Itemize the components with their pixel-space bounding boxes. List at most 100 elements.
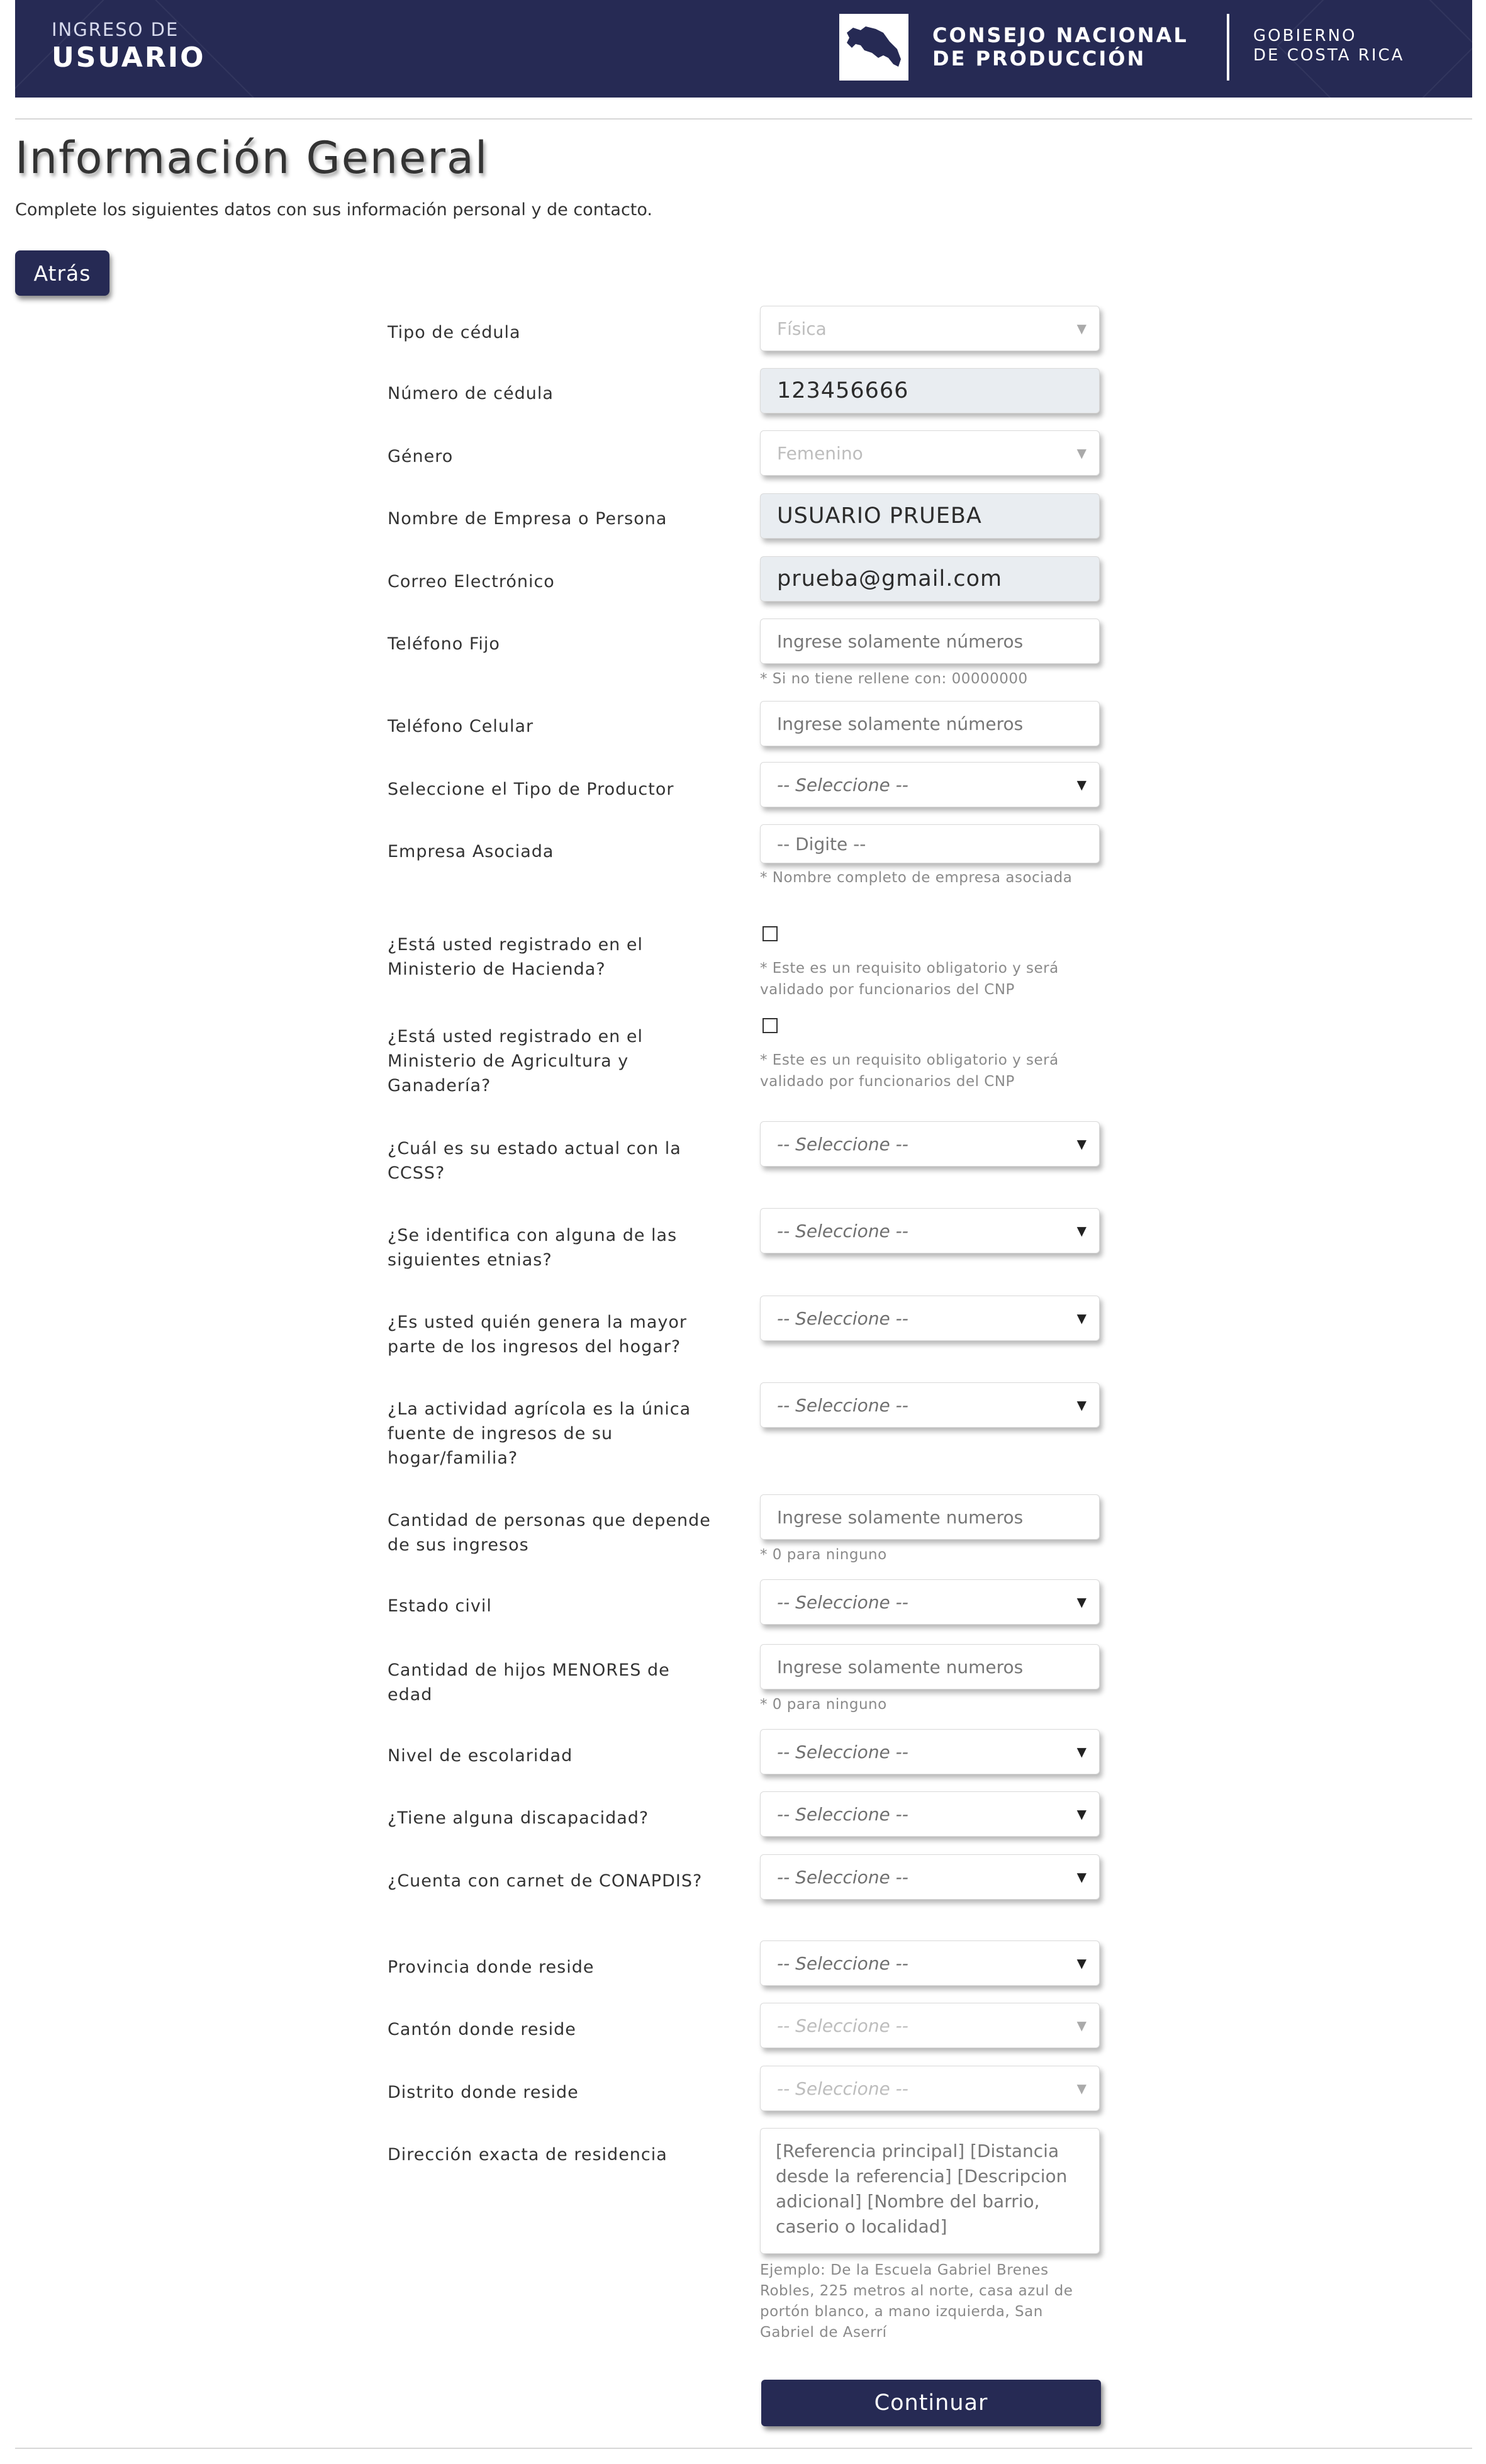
- label-tipo-productor: Seleccione el Tipo de Productor: [388, 780, 674, 799]
- chevron-down-icon: ▼: [1076, 2081, 1087, 2096]
- page-subtitle: Complete los siguientes datos con sus in…: [15, 200, 653, 220]
- personas-dependen-input[interactable]: Ingrese solamente numeros: [760, 1494, 1100, 1540]
- hijos-menores-input[interactable]: Ingrese solamente numeros: [760, 1644, 1100, 1689]
- gov-name: GOBIERNO DE COSTA RICA: [1253, 26, 1404, 65]
- empresa-asociada-input[interactable]: -- Digite --: [760, 824, 1100, 863]
- org-name-line2: DE PRODUCCIÓN: [932, 47, 1146, 70]
- label-correo: Correo Electrónico: [388, 572, 555, 591]
- etnias-value: -- Seleccione --: [777, 1220, 908, 1241]
- hijos-menores-placeholder: Ingrese solamente numeros: [777, 1656, 1024, 1677]
- distrito-value: -- Seleccione --: [777, 2078, 908, 2099]
- telefono-celular-input[interactable]: Ingrese solamente números: [760, 701, 1100, 746]
- discapacidad-value: -- Seleccione --: [777, 1803, 908, 1825]
- label-conapdis: ¿Cuenta con carnet de CONAPDIS?: [388, 1871, 703, 1891]
- actividad-agricola-value: -- Seleccione --: [777, 1394, 908, 1416]
- label-actividad-agricola: ¿La actividad agrícola es la única fuent…: [388, 1399, 691, 1468]
- chevron-down-icon: ▼: [1076, 1744, 1087, 1759]
- label-canton: Cantón donde reside: [388, 2020, 576, 2039]
- genero-select[interactable]: Femenino ▼: [760, 430, 1100, 476]
- canton-value: -- Seleccione --: [777, 2015, 908, 2036]
- direccion-textarea[interactable]: [Referencia principal] [Distancia desde …: [760, 2128, 1100, 2254]
- ingresos-hogar-value: -- Seleccione --: [777, 1308, 908, 1329]
- estado-civil-value: -- Seleccione --: [777, 1591, 908, 1613]
- tipo-cedula-value: Física: [777, 318, 827, 339]
- estado-civil-select[interactable]: -- Seleccione -- ▼: [760, 1579, 1100, 1625]
- tipo-productor-value: -- Seleccione --: [777, 774, 908, 795]
- email-value: prueba@gmail.com: [777, 566, 1003, 591]
- chevron-down-icon: ▼: [1076, 1594, 1087, 1610]
- continue-button[interactable]: Continuar: [761, 2380, 1101, 2426]
- chevron-down-icon: ▼: [1076, 777, 1087, 792]
- label-distrito: Distrito donde reside: [388, 2083, 579, 2102]
- label-personas-dependen: Cantidad de personas que depende de sus …: [388, 1511, 711, 1555]
- back-button[interactable]: Atrás: [15, 250, 109, 296]
- chevron-down-icon: ▼: [1076, 445, 1087, 461]
- label-ccss: ¿Cuál es su estado actual con la CCSS?: [388, 1139, 681, 1183]
- label-discapacidad: ¿Tiene alguna discapacidad?: [388, 1808, 649, 1828]
- label-etnias: ¿Se identifica con alguna de las siguien…: [388, 1226, 678, 1270]
- costa-rica-map-icon: [839, 14, 908, 81]
- escolaridad-select[interactable]: -- Seleccione -- ▼: [760, 1729, 1100, 1774]
- direccion-help: Ejemplo: De la Escuela Gabriel Brenes Ro…: [760, 2262, 1073, 2341]
- label-escolaridad: Nivel de escolaridad: [388, 1746, 573, 1766]
- chevron-down-icon: ▼: [1076, 1223, 1087, 1238]
- mag-checkbox[interactable]: [763, 1018, 778, 1033]
- escolaridad-value: -- Seleccione --: [777, 1741, 908, 1762]
- label-provincia: Provincia donde reside: [388, 1957, 595, 1977]
- nombre-field[interactable]: USUARIO PRUEBA: [760, 493, 1100, 539]
- chevron-down-icon: ▼: [1076, 1311, 1087, 1326]
- label-nombre: Nombre de Empresa o Persona: [388, 509, 668, 529]
- chevron-down-icon: ▼: [1076, 1136, 1087, 1151]
- label-telefono-celular: Teléfono Celular: [388, 717, 534, 736]
- page-title: Información General: [15, 132, 489, 184]
- etnias-select[interactable]: -- Seleccione -- ▼: [760, 1208, 1100, 1253]
- label-hacienda: ¿Está usted registrado en el Ministerio …: [388, 935, 643, 979]
- hacienda-checkbox[interactable]: [763, 926, 778, 941]
- hacienda-help: * Este es un requisito obligatorio y ser…: [760, 960, 1059, 998]
- label-estado-civil: Estado civil: [388, 1596, 492, 1616]
- label-empresa-asociada: Empresa Asociada: [388, 842, 554, 861]
- empresa-asociada-help: * Nombre completo de empresa asociada: [760, 870, 1073, 886]
- email-field[interactable]: prueba@gmail.com: [760, 556, 1100, 602]
- divider: [15, 118, 1472, 120]
- gov-name-line1: GOBIERNO: [1253, 26, 1357, 45]
- ccss-select[interactable]: -- Seleccione -- ▼: [760, 1121, 1100, 1167]
- label-hijos-menores: Cantidad de hijos MENORES de edad: [388, 1660, 670, 1705]
- telefono-fijo-help: * Si no tiene rellene con: 00000000: [760, 671, 1028, 687]
- numero-cedula-field[interactable]: 123456666: [760, 368, 1100, 413]
- actividad-agricola-select[interactable]: -- Seleccione -- ▼: [760, 1382, 1100, 1428]
- canton-select[interactable]: -- Seleccione -- ▼: [760, 2003, 1100, 2048]
- label-direccion: Dirección exacta de residencia: [388, 2145, 668, 2164]
- chevron-down-icon: ▼: [1076, 2018, 1087, 2033]
- provincia-value: -- Seleccione --: [777, 1952, 908, 1974]
- personas-dependen-help: * 0 para ninguno: [760, 1547, 887, 1563]
- site-header: INGRESO DE USUARIO CONSEJO NACIONAL DE P…: [15, 0, 1472, 98]
- ccss-value: -- Seleccione --: [777, 1133, 908, 1155]
- chevron-down-icon: ▼: [1076, 1806, 1087, 1822]
- genero-value: Femenino: [777, 442, 863, 464]
- hijos-menores-help: * 0 para ninguno: [760, 1696, 887, 1713]
- org-name: CONSEJO NACIONAL DE PRODUCCIÓN: [932, 24, 1188, 70]
- label-tipo-cedula: Tipo de cédula: [388, 323, 521, 342]
- telefono-celular-placeholder: Ingrese solamente números: [777, 713, 1024, 734]
- ingresos-hogar-select[interactable]: -- Seleccione -- ▼: [760, 1296, 1100, 1341]
- header-divider: [1227, 14, 1229, 81]
- chevron-down-icon: ▼: [1076, 321, 1087, 336]
- nombre-value: USUARIO PRUEBA: [777, 503, 982, 529]
- provincia-select[interactable]: -- Seleccione -- ▼: [760, 1940, 1100, 1986]
- telefono-fijo-input[interactable]: Ingrese solamente números: [760, 619, 1100, 664]
- direccion-placeholder: [Referencia principal] [Distancia desde …: [776, 2141, 1068, 2237]
- personas-dependen-placeholder: Ingrese solamente numeros: [777, 1506, 1024, 1528]
- label-numero-cedula: Número de cédula: [388, 384, 554, 403]
- distrito-select[interactable]: -- Seleccione -- ▼: [760, 2066, 1100, 2111]
- discapacidad-select[interactable]: -- Seleccione -- ▼: [760, 1791, 1100, 1837]
- label-genero: Género: [388, 447, 454, 466]
- tipo-cedula-select[interactable]: Física ▼: [760, 306, 1100, 351]
- chevron-down-icon: ▼: [1076, 1397, 1087, 1413]
- chevron-down-icon: ▼: [1076, 1869, 1087, 1884]
- header-title: USUARIO: [52, 42, 206, 74]
- tipo-productor-select[interactable]: -- Seleccione -- ▼: [760, 762, 1100, 807]
- conapdis-select[interactable]: -- Seleccione -- ▼: [760, 1854, 1100, 1900]
- gov-name-line2: DE COSTA RICA: [1253, 46, 1405, 65]
- chevron-down-icon: ▼: [1076, 1956, 1087, 1971]
